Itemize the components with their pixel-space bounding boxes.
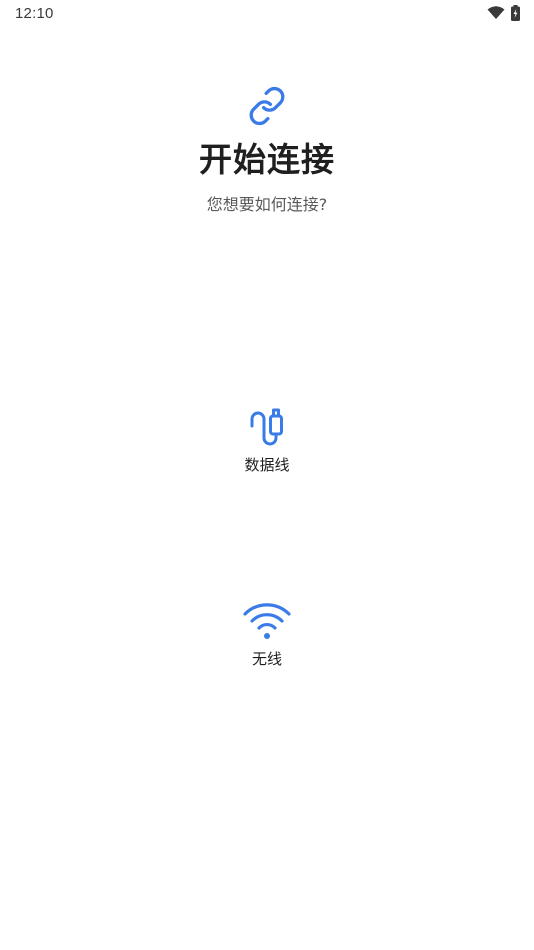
usb-cable-icon [250,408,283,446]
usb-cable-option[interactable]: 数据线 [0,404,534,476]
status-time: 12:10 [15,5,54,22]
wifi-icon [487,6,505,19]
wireless-label: 无线 [251,650,282,668]
status-icons [487,5,520,21]
wifi-icon [243,603,291,639]
status-bar: 12:10 [0,0,534,28]
usb-cable-label: 数据线 [244,456,290,474]
link-icon [249,86,285,126]
connection-header: 开始连接 您想要如何连接? [0,86,534,216]
wireless-option[interactable]: 无线 [0,598,534,670]
battery-charging-icon [511,5,520,21]
page-subtitle: 您想要如何连接? [206,195,328,214]
page-title: 开始连接 [199,140,335,179]
